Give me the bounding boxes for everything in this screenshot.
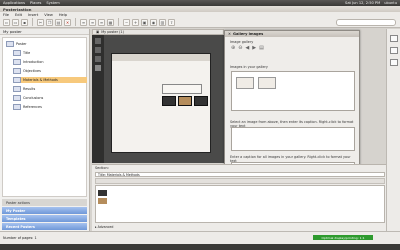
- align-right-icon[interactable]: ≡: [98, 18, 105, 26]
- tool-icon[interactable]: [95, 56, 101, 62]
- section-thumbnail: [98, 190, 107, 196]
- image-icon[interactable]: [390, 47, 398, 54]
- open-icon[interactable]: ▭: [12, 18, 19, 26]
- remove-image-icon[interactable]: ⊖: [238, 45, 242, 51]
- poster-image: [194, 96, 208, 106]
- menu-system[interactable]: System: [46, 1, 59, 5]
- gallery-icon[interactable]: [390, 35, 398, 42]
- tree-node-results[interactable]: Results: [13, 86, 35, 92]
- print-icon[interactable]: ▥: [159, 18, 166, 26]
- move-right-icon[interactable]: ▶: [252, 45, 256, 51]
- delete-icon[interactable]: ✕: [64, 18, 71, 26]
- page-count: Number of pages: 1: [3, 236, 37, 240]
- section-thumbnail-icon: [13, 77, 21, 83]
- gallery-image[interactable]: [258, 77, 276, 89]
- poster-actions-expander[interactable]: Poster actions: [2, 199, 87, 206]
- paste-icon[interactable]: ▤: [55, 18, 62, 26]
- poster-text-block: [162, 84, 202, 94]
- align-center-icon[interactable]: ≡: [89, 18, 96, 26]
- layout-icon[interactable]: ▤: [259, 45, 264, 51]
- move-left-icon[interactable]: ◀: [245, 45, 249, 51]
- image-gallery-label: Image gallery: [230, 40, 254, 44]
- gallery-image-list[interactable]: [231, 71, 355, 111]
- advanced-expander[interactable]: ▸ Advanced: [95, 225, 113, 229]
- status-bar: Number of pages: 1 Optimal display/print…: [0, 231, 400, 244]
- menu-file[interactable]: File: [3, 13, 9, 17]
- toolbar-separator: [75, 18, 76, 26]
- poster-page-preview[interactable]: [111, 53, 211, 153]
- section-my-poster[interactable]: My Poster: [2, 207, 87, 214]
- zoom-fit-icon[interactable]: ▣: [141, 18, 148, 26]
- section-thumbnail-icon: [13, 95, 21, 101]
- canvas-tool-strip: [92, 35, 104, 163]
- panel-title: My poster: [0, 29, 89, 35]
- section-thumbnail-icon: [13, 50, 21, 56]
- preview-icon[interactable]: ◉: [150, 18, 157, 26]
- section-header: Section:: [95, 165, 109, 170]
- outline-tree: Poster Title Introduction Objectives Mat…: [2, 37, 87, 197]
- menu-places[interactable]: Places: [30, 1, 41, 5]
- zoom-out-icon[interactable]: −: [123, 18, 130, 26]
- tree-node-materials-methods[interactable]: Materials & Methods: [13, 77, 87, 83]
- align-left-icon[interactable]: ≡: [80, 18, 87, 26]
- user-name[interactable]: ubuntu: [384, 1, 397, 5]
- main-toolbar: ▫ ▭ ▪ ✂ ❐ ▤ ✕ ≡ ≡ ≡ ▦ − + ▣ ◉ ▥ ⇪: [0, 17, 400, 28]
- section-thumbnail: [98, 198, 107, 204]
- menu-insert[interactable]: Insert: [28, 13, 38, 17]
- toolbar-separator: [32, 18, 33, 26]
- new-icon[interactable]: ▫: [3, 18, 10, 26]
- gallery-image[interactable]: [236, 77, 254, 89]
- images-in-gallery-label: Images in your gallery: [230, 65, 268, 69]
- add-image-icon[interactable]: ⊕: [231, 45, 235, 51]
- section-thumbnail-icon: [13, 68, 21, 74]
- clock[interactable]: Sat Jun 12, 2:50 PM: [345, 1, 380, 5]
- section-templates[interactable]: Templates: [2, 215, 87, 222]
- monitor-icon[interactable]: [390, 59, 398, 66]
- section-title-field[interactable]: Title: Materials & Methods: [95, 172, 385, 177]
- right-sidebar: [386, 29, 400, 231]
- poster-image: [162, 96, 176, 106]
- format-toolbar[interactable]: [95, 178, 385, 184]
- display-status-badge: Optimal display/printing: 1:1: [313, 235, 373, 240]
- poster-image: [178, 96, 192, 106]
- poster-header: [112, 54, 210, 61]
- copy-icon[interactable]: ❐: [46, 18, 53, 26]
- section-thumbnail-icon: [13, 86, 21, 92]
- menu-applications[interactable]: Applications: [3, 1, 25, 5]
- dialog-titlebar: ✕ Gallery images: [225, 31, 359, 37]
- section-text-area[interactable]: [95, 185, 385, 223]
- bottom-panel: [0, 244, 400, 250]
- search-input[interactable]: [336, 18, 396, 26]
- gallery-tools: ⊕ ⊖ ◀ ▶ ▤: [231, 45, 264, 51]
- document-icon: ▣: [96, 30, 100, 34]
- menu-help[interactable]: Help: [59, 13, 67, 17]
- tree-node-poster[interactable]: Poster: [6, 41, 27, 47]
- tool-icon[interactable]: [95, 47, 101, 53]
- tree-node-objectives[interactable]: Objectives: [13, 68, 41, 74]
- tree-node-title[interactable]: Title: [13, 50, 30, 56]
- tree-node-conclusions[interactable]: Conclusions: [13, 95, 43, 101]
- menu-edit[interactable]: Edit: [15, 13, 22, 17]
- menu-view[interactable]: View: [44, 13, 53, 17]
- tree-node-references[interactable]: References: [13, 104, 42, 110]
- save-icon[interactable]: ▪: [21, 18, 28, 26]
- poster-thumbnail-icon: [6, 41, 14, 47]
- section-thumbnail-icon: [13, 104, 21, 110]
- toolbar-separator: [118, 18, 119, 26]
- section-recent-posters[interactable]: Recent Posters: [2, 223, 87, 230]
- layout-icon[interactable]: ▦: [107, 18, 114, 26]
- tree-node-introduction[interactable]: Introduction: [13, 59, 44, 65]
- window-title: Posterization: [3, 6, 32, 12]
- poster-outline-panel: My poster Poster Title Introduction Obje…: [0, 29, 90, 231]
- section-editor-pane: Section: Title: Materials & Methods ▸ Ad…: [92, 164, 386, 231]
- export-icon[interactable]: ⇪: [168, 18, 175, 26]
- tool-icon[interactable]: [95, 65, 101, 71]
- section-thumbnail-icon: [13, 59, 21, 65]
- image-caption-field[interactable]: [231, 127, 355, 151]
- close-icon[interactable]: ✕: [228, 32, 231, 36]
- cut-icon[interactable]: ✂: [37, 18, 44, 26]
- zoom-in-icon[interactable]: +: [132, 18, 139, 26]
- tool-icon[interactable]: [95, 38, 101, 44]
